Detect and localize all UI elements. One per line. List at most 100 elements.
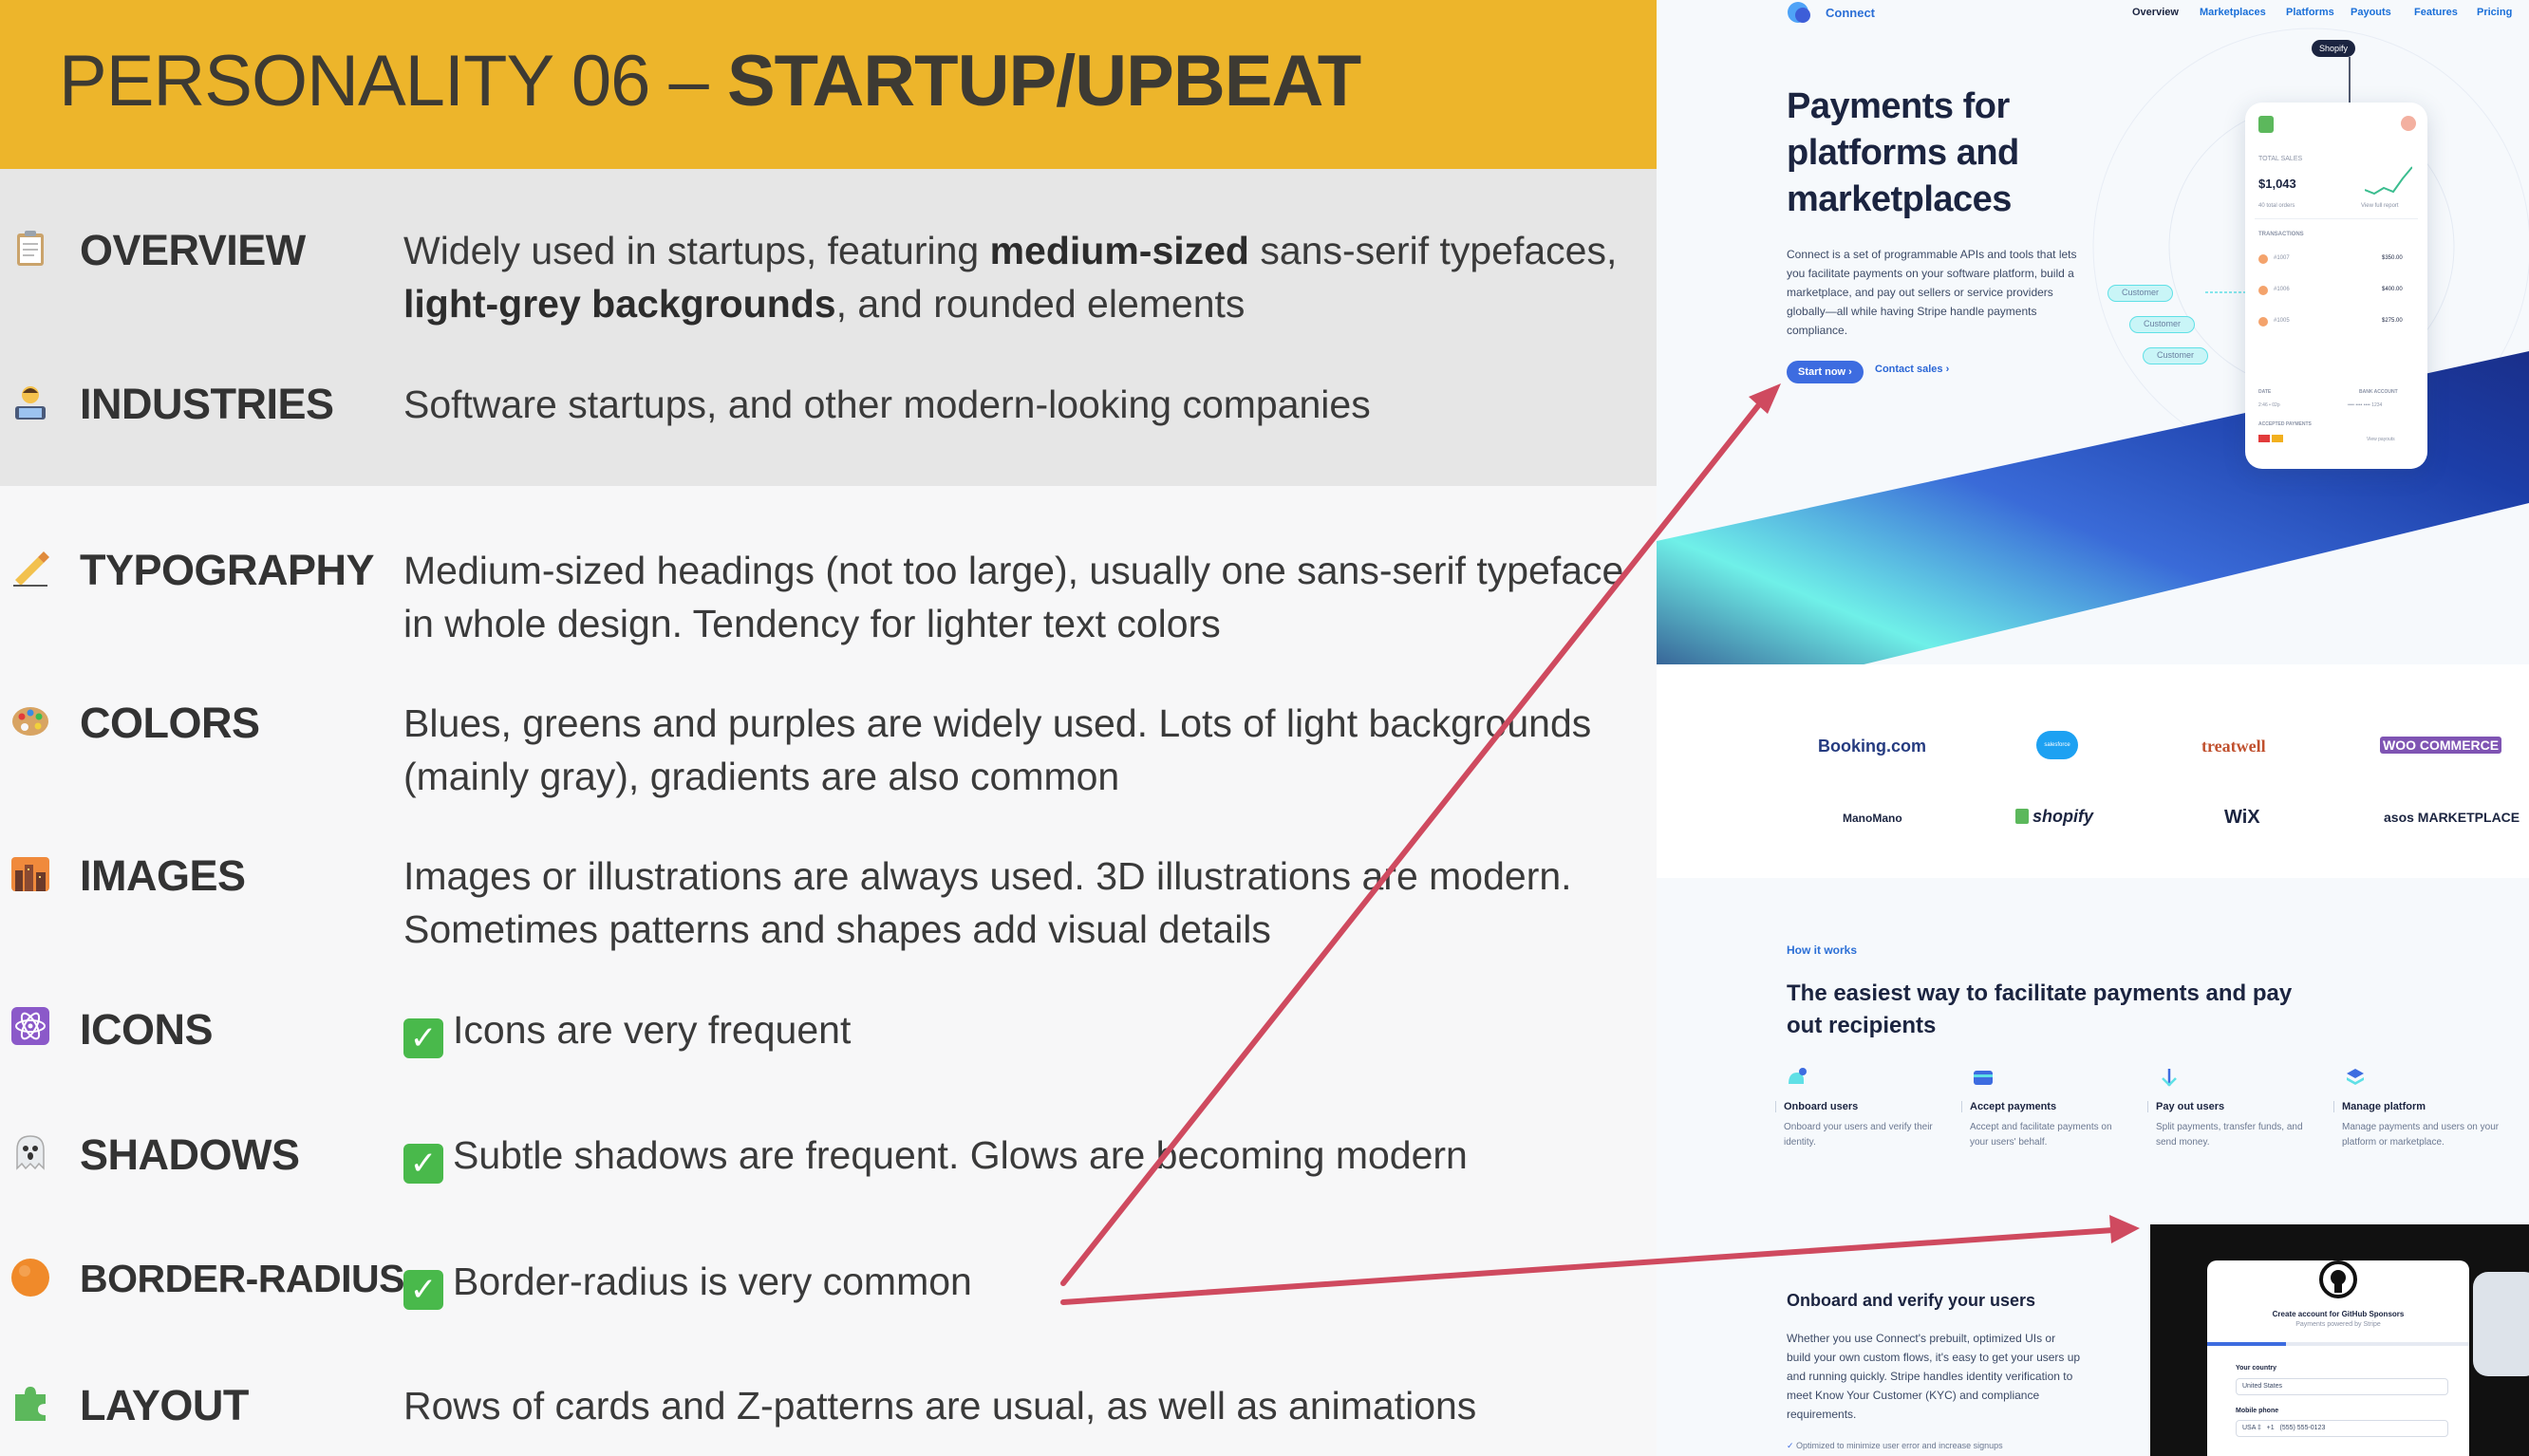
row-label: BORDER-RADIUS bbox=[80, 1257, 405, 1300]
check-icon: ✓ bbox=[1787, 1441, 1797, 1450]
booking-logo: Booking.com bbox=[1818, 737, 1927, 756]
row-label: OVERVIEW bbox=[80, 226, 306, 274]
country-label: Your country bbox=[2236, 1365, 2277, 1372]
row-border-radius: BORDER-RADIUS ✓ Border-radius is very com… bbox=[0, 1255, 1657, 1369]
onboard-users-icon bbox=[1789, 1068, 1807, 1084]
row-description: ✓ Subtle shadows are frequent. Glows are … bbox=[403, 1129, 1638, 1184]
divider bbox=[2255, 218, 2418, 219]
row-icons: ICONS ✓ Icons are very frequent bbox=[0, 1003, 1657, 1117]
manomano-logo: ManoMano bbox=[1843, 812, 1902, 825]
logo-strip bbox=[1657, 664, 2529, 878]
form-progress-track bbox=[2207, 1342, 2469, 1346]
view-report-link[interactable]: View full report bbox=[2361, 203, 2399, 209]
row-description: Rows of cards and Z-patterns are usual, … bbox=[403, 1384, 1477, 1428]
salesforce-logo-icon: salesforce bbox=[2036, 731, 2078, 759]
clipboard-icon bbox=[17, 231, 44, 266]
onboard-bullet: ✓ Optimized to minimize user error and i… bbox=[1787, 1441, 2003, 1450]
orange-circle-icon bbox=[11, 1259, 49, 1297]
github-form-subtitle: Payments powered by Stripe bbox=[2295, 1321, 2381, 1328]
row-typography: TYPOGRAPHY Medium-sized headings (not to… bbox=[0, 544, 1657, 658]
woocommerce-logo: WOO COMMERCE bbox=[2380, 737, 2502, 754]
customer-tag: Customer bbox=[2143, 347, 2209, 364]
row-label: SHADOWS bbox=[80, 1130, 300, 1179]
github-sponsors-form: Create account for GitHub Sponsors Payme… bbox=[2207, 1260, 2469, 1456]
accept-payments-icon bbox=[1974, 1071, 1993, 1085]
row-industries: INDUSTRIES Software startups, and other … bbox=[0, 378, 1657, 492]
nav-brand[interactable]: Connect bbox=[1826, 6, 1875, 20]
start-now-button[interactable]: Start now › bbox=[1787, 361, 1864, 383]
total-sales-label: TOTAL SALES bbox=[2258, 156, 2303, 162]
nav-pricing[interactable]: Pricing bbox=[2477, 7, 2512, 18]
row-shadows: SHADOWS ✓ Subtle shadows are frequent. Gl… bbox=[0, 1129, 1657, 1242]
onboard-section-body: Whether you use Connect's prebuilt, opti… bbox=[1787, 1332, 2081, 1421]
transactions-label: TRANSACTIONS bbox=[2258, 232, 2304, 237]
phone-label: Mobile phone bbox=[2236, 1408, 2279, 1414]
transaction-icon bbox=[2258, 286, 2268, 295]
country-select[interactable]: United States bbox=[2236, 1378, 2448, 1395]
connect-logo-icon bbox=[1795, 8, 1810, 23]
avatar bbox=[2401, 116, 2416, 131]
shopify-tag: Shopify bbox=[2312, 40, 2356, 57]
row-description: Images or illustrations are always used.… bbox=[403, 854, 1572, 951]
row-layout: LAYOUT Rows of cards and Z-patterns are … bbox=[0, 1379, 1657, 1456]
technologist-icon bbox=[15, 386, 46, 420]
palette-icon bbox=[12, 707, 48, 736]
github-logo-icon bbox=[2319, 1260, 2357, 1298]
step-pay-out-users: Pay out users Split payments, transfer f… bbox=[2147, 1101, 2318, 1150]
hero-body: Connect is a set of programmable APIs an… bbox=[1787, 248, 2077, 337]
check-mark-icon: ✓ bbox=[403, 1270, 443, 1310]
step-accept-payments: Accept payments Accept and facilitate pa… bbox=[1961, 1101, 2132, 1150]
customer-tag: Customer bbox=[2129, 316, 2196, 333]
row-colors: COLORS Blues, greens and purples are wid… bbox=[0, 697, 1657, 811]
bank-account-value: •••• •••• •••• 1234 bbox=[2348, 402, 2383, 408]
onboard-section-title: Onboard and verify your users bbox=[1787, 1291, 2036, 1310]
row-description: ✓ Border-radius is very common bbox=[403, 1255, 1638, 1310]
shopify-logo: shopify bbox=[2015, 807, 2093, 827]
row-label: INDUSTRIES bbox=[80, 380, 334, 428]
view-payouts-link[interactable]: View payouts bbox=[2367, 437, 2395, 442]
nav-marketplaces[interactable]: Marketplaces bbox=[2200, 7, 2266, 18]
ghost-icon bbox=[16, 1135, 45, 1170]
row-overview: OVERVIEW Widely used in startups, featur… bbox=[0, 224, 1657, 338]
sales-sparkline bbox=[2365, 166, 2412, 196]
card-icon bbox=[2258, 435, 2270, 442]
step-onboard-users: Onboard users Onboard your users and ver… bbox=[1775, 1101, 1946, 1150]
github-form-title: Create account for GitHub Sponsors bbox=[2272, 1310, 2405, 1318]
how-it-works-eyebrow: How it works bbox=[1787, 943, 1858, 957]
row-label: IMAGES bbox=[80, 851, 246, 900]
check-mark-icon: ✓ bbox=[403, 1018, 443, 1058]
asos-logo: asos MARKETPLACE bbox=[2384, 810, 2520, 825]
customer-tag: Customer bbox=[2108, 285, 2174, 302]
contact-sales-link[interactable]: Contact sales › bbox=[1875, 364, 1949, 375]
card-icon bbox=[2272, 435, 2283, 442]
manage-platform-icon bbox=[2347, 1069, 2364, 1085]
nav-payouts[interactable]: Payouts bbox=[2351, 7, 2391, 18]
transaction-icon bbox=[2258, 254, 2268, 264]
puzzle-piece-icon bbox=[15, 1387, 46, 1421]
row-label: TYPOGRAPHY bbox=[80, 546, 375, 594]
how-it-works-title: The easiest way to facilitate payments a… bbox=[1787, 980, 2293, 1038]
city-sunset-icon bbox=[11, 857, 49, 891]
slide-header: PERSONALITY 06 – STARTUP/UPBEAT bbox=[0, 0, 1657, 169]
nav-features[interactable]: Features bbox=[2414, 7, 2458, 18]
check-mark-icon: ✓ bbox=[403, 1144, 443, 1184]
atom-icon bbox=[11, 1007, 49, 1045]
bank-account-label: BANK ACCOUNT bbox=[2359, 389, 2398, 395]
nav-platforms[interactable]: Platforms bbox=[2286, 7, 2334, 18]
hero-title: Payments for platforms and marketplaces bbox=[1787, 86, 2019, 219]
transaction-icon bbox=[2258, 317, 2268, 327]
nav-overview[interactable]: Overview bbox=[2132, 7, 2179, 18]
pay-out-users-icon bbox=[2162, 1069, 2177, 1087]
website-screenshot: Connect Overview Marketplaces Platforms … bbox=[1657, 0, 2529, 1456]
row-images: IMAGES Images or illustrations are alway… bbox=[0, 849, 1657, 963]
date-label: DATE bbox=[2258, 389, 2272, 395]
date-value: 2:46 • 02p bbox=[2258, 402, 2280, 408]
phone-input[interactable]: USA ‡ +1 (555) 555-0123 bbox=[2236, 1420, 2448, 1437]
device-edge bbox=[2473, 1272, 2529, 1376]
step-manage-platform: Manage platform Manage payments and user… bbox=[2333, 1101, 2504, 1150]
form-progress-fill bbox=[2207, 1342, 2286, 1346]
row-description: Widely used in startups, featuring mediu… bbox=[403, 229, 1618, 326]
writing-hand-icon bbox=[13, 551, 49, 587]
phone-mockup: TOTAL SALES $1,043 40 total orders View … bbox=[2245, 103, 2427, 469]
row-description: ✓ Icons are very frequent bbox=[403, 1003, 1638, 1058]
